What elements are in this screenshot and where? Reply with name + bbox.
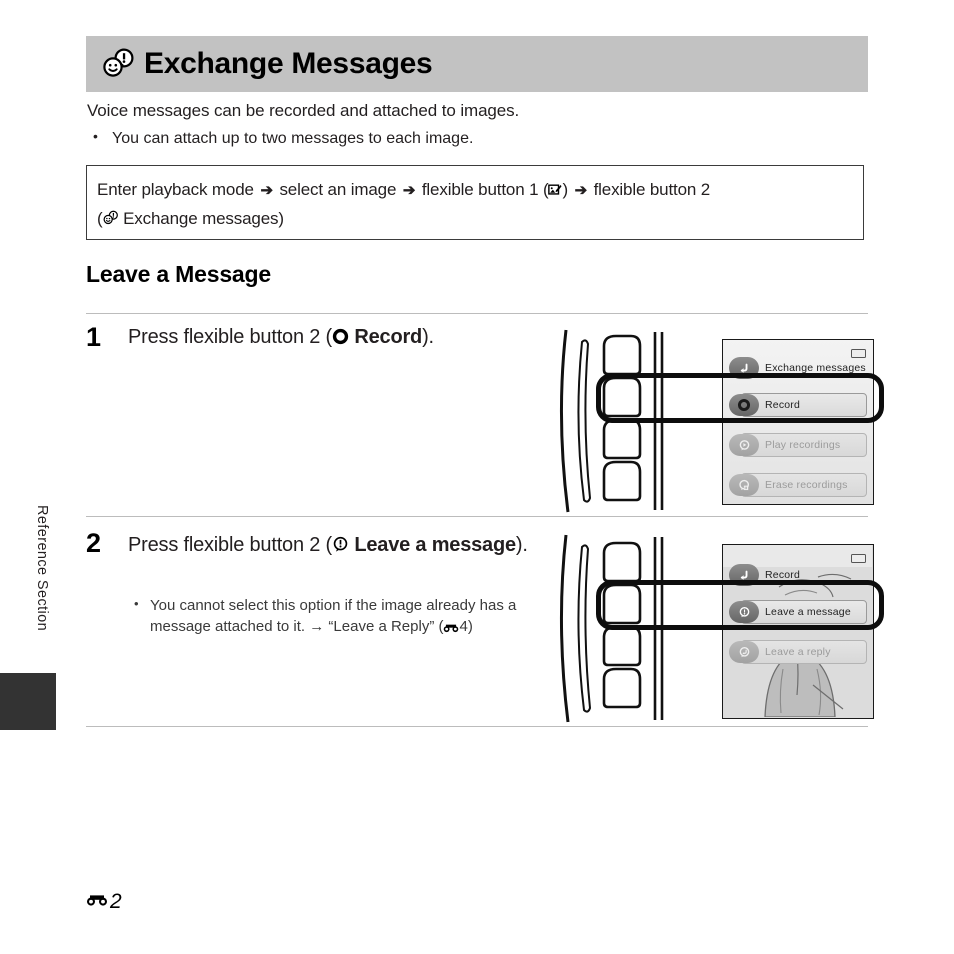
- menu-row-background: [741, 393, 867, 417]
- arrow-icon: ➔: [402, 182, 416, 199]
- edit-image-icon: [548, 182, 562, 201]
- step-text-bold: Leave a message: [354, 534, 516, 556]
- step-instruction: Press flexible button 2 ( Leave a messag…: [128, 532, 528, 560]
- camera-screen-record-menu: Exchange messages Record Play recordings…: [722, 339, 874, 505]
- menu-row-header[interactable]: Record: [729, 563, 869, 587]
- divider: [86, 313, 868, 314]
- menu-row-erase-recordings[interactable]: Erase recordings: [729, 473, 869, 497]
- speech-bubble-exclaim-icon: [332, 536, 349, 558]
- step-text-before: Press flexible button 2 (: [128, 326, 332, 348]
- list-item: You cannot select this option if the ima…: [128, 595, 548, 639]
- menu-row-label: Leave a reply: [765, 646, 831, 658]
- camera-illustration-1: Exchange messages Record Play recordings…: [552, 326, 884, 516]
- path-segment-flexible-button-2: flexible button 2: [593, 180, 711, 199]
- step-number: 2: [86, 528, 102, 558]
- menu-row-label: Play recordings: [765, 439, 841, 451]
- menu-row-label: Record: [765, 399, 801, 411]
- menu-row-label: Exchange messages: [765, 362, 866, 374]
- step-text-after: ).: [422, 326, 434, 348]
- step-text-bold: Record: [354, 326, 423, 348]
- battery-icon: [851, 554, 866, 563]
- speech-bubble-exclaim-icon: [729, 601, 759, 623]
- menu-row-background: [741, 563, 867, 587]
- menu-row-header[interactable]: Exchange messages: [729, 356, 869, 380]
- record-dot-icon: [729, 394, 759, 416]
- page-footer: 2: [86, 890, 122, 914]
- divider: [86, 516, 868, 517]
- path-segment-exchange-messages: Exchange messages): [123, 209, 284, 229]
- intro-paragraph: Voice messages can be recorded and attac…: [87, 101, 520, 120]
- sidebar-section-tab-label: Reference Section: [34, 505, 50, 632]
- path-segment-flexible-button-1: flexible button 1 (: [421, 180, 549, 199]
- note-text-end: ): [467, 617, 473, 635]
- step-text-after: ).: [515, 534, 528, 556]
- divider: [86, 726, 868, 727]
- exchange-messages-icon: [102, 47, 136, 81]
- play-bubble-icon: [729, 434, 759, 456]
- page-number: 2: [110, 890, 122, 913]
- back-arrow-icon: [729, 564, 759, 586]
- menu-row-label: Erase recordings: [765, 479, 848, 491]
- path-segment-playback: Enter playback mode: [97, 180, 254, 199]
- intro-bullet-list: You can attach up to two messages to eac…: [87, 127, 473, 150]
- path-segment-close-paren: ): [562, 180, 573, 199]
- list-item: You can attach up to two messages to eac…: [87, 127, 473, 150]
- page-title: Exchange Messages: [144, 47, 433, 80]
- sidebar-section-tab-block: [0, 673, 56, 730]
- menu-row-label: Record: [765, 569, 801, 581]
- menu-path-text: Enter playback mode ➔ select an image ➔ …: [97, 176, 849, 234]
- exchange-messages-icon: [103, 210, 119, 230]
- menu-row-leave-a-message[interactable]: Leave a message: [729, 600, 869, 624]
- step-text-before: Press flexible button 2 (: [128, 534, 332, 556]
- camera-screen-leave-message-menu: Record Leave a message Leave a reply: [722, 544, 874, 719]
- section-heading: Leave a Message: [86, 261, 271, 287]
- chapter-header: Exchange Messages: [86, 36, 868, 92]
- menu-row-label: Leave a message: [765, 606, 851, 618]
- arrow-icon: ➔: [260, 182, 273, 199]
- menu-row-leave-a-reply[interactable]: Leave a reply: [729, 640, 869, 664]
- arrow-icon: ➔: [574, 182, 588, 199]
- step-note-list: You cannot select this option if the ima…: [128, 595, 548, 639]
- page-content: Exchange Messages Voice messages can be …: [86, 0, 884, 954]
- menu-path-box: Enter playback mode ➔ select an image ➔ …: [86, 165, 864, 240]
- record-ring-icon: [332, 328, 349, 350]
- camera-illustration-2: Record Leave a message Leave a reply: [552, 531, 884, 726]
- reply-bubble-icon: [729, 641, 759, 663]
- step-instruction: Press flexible button 2 ( Record).: [128, 326, 548, 351]
- back-arrow-icon: [729, 357, 759, 379]
- reference-binoculars-icon: [443, 620, 459, 637]
- menu-row-play-recordings[interactable]: Play recordings: [729, 433, 869, 457]
- erase-bubble-icon: [729, 474, 759, 496]
- reference-binoculars-icon: [86, 893, 108, 911]
- path-segment-select-image: select an image: [279, 180, 397, 199]
- step-number: 1: [86, 322, 102, 352]
- note-page-number: 4: [459, 617, 468, 635]
- menu-row-record[interactable]: Record: [729, 393, 869, 417]
- battery-icon: [851, 349, 866, 358]
